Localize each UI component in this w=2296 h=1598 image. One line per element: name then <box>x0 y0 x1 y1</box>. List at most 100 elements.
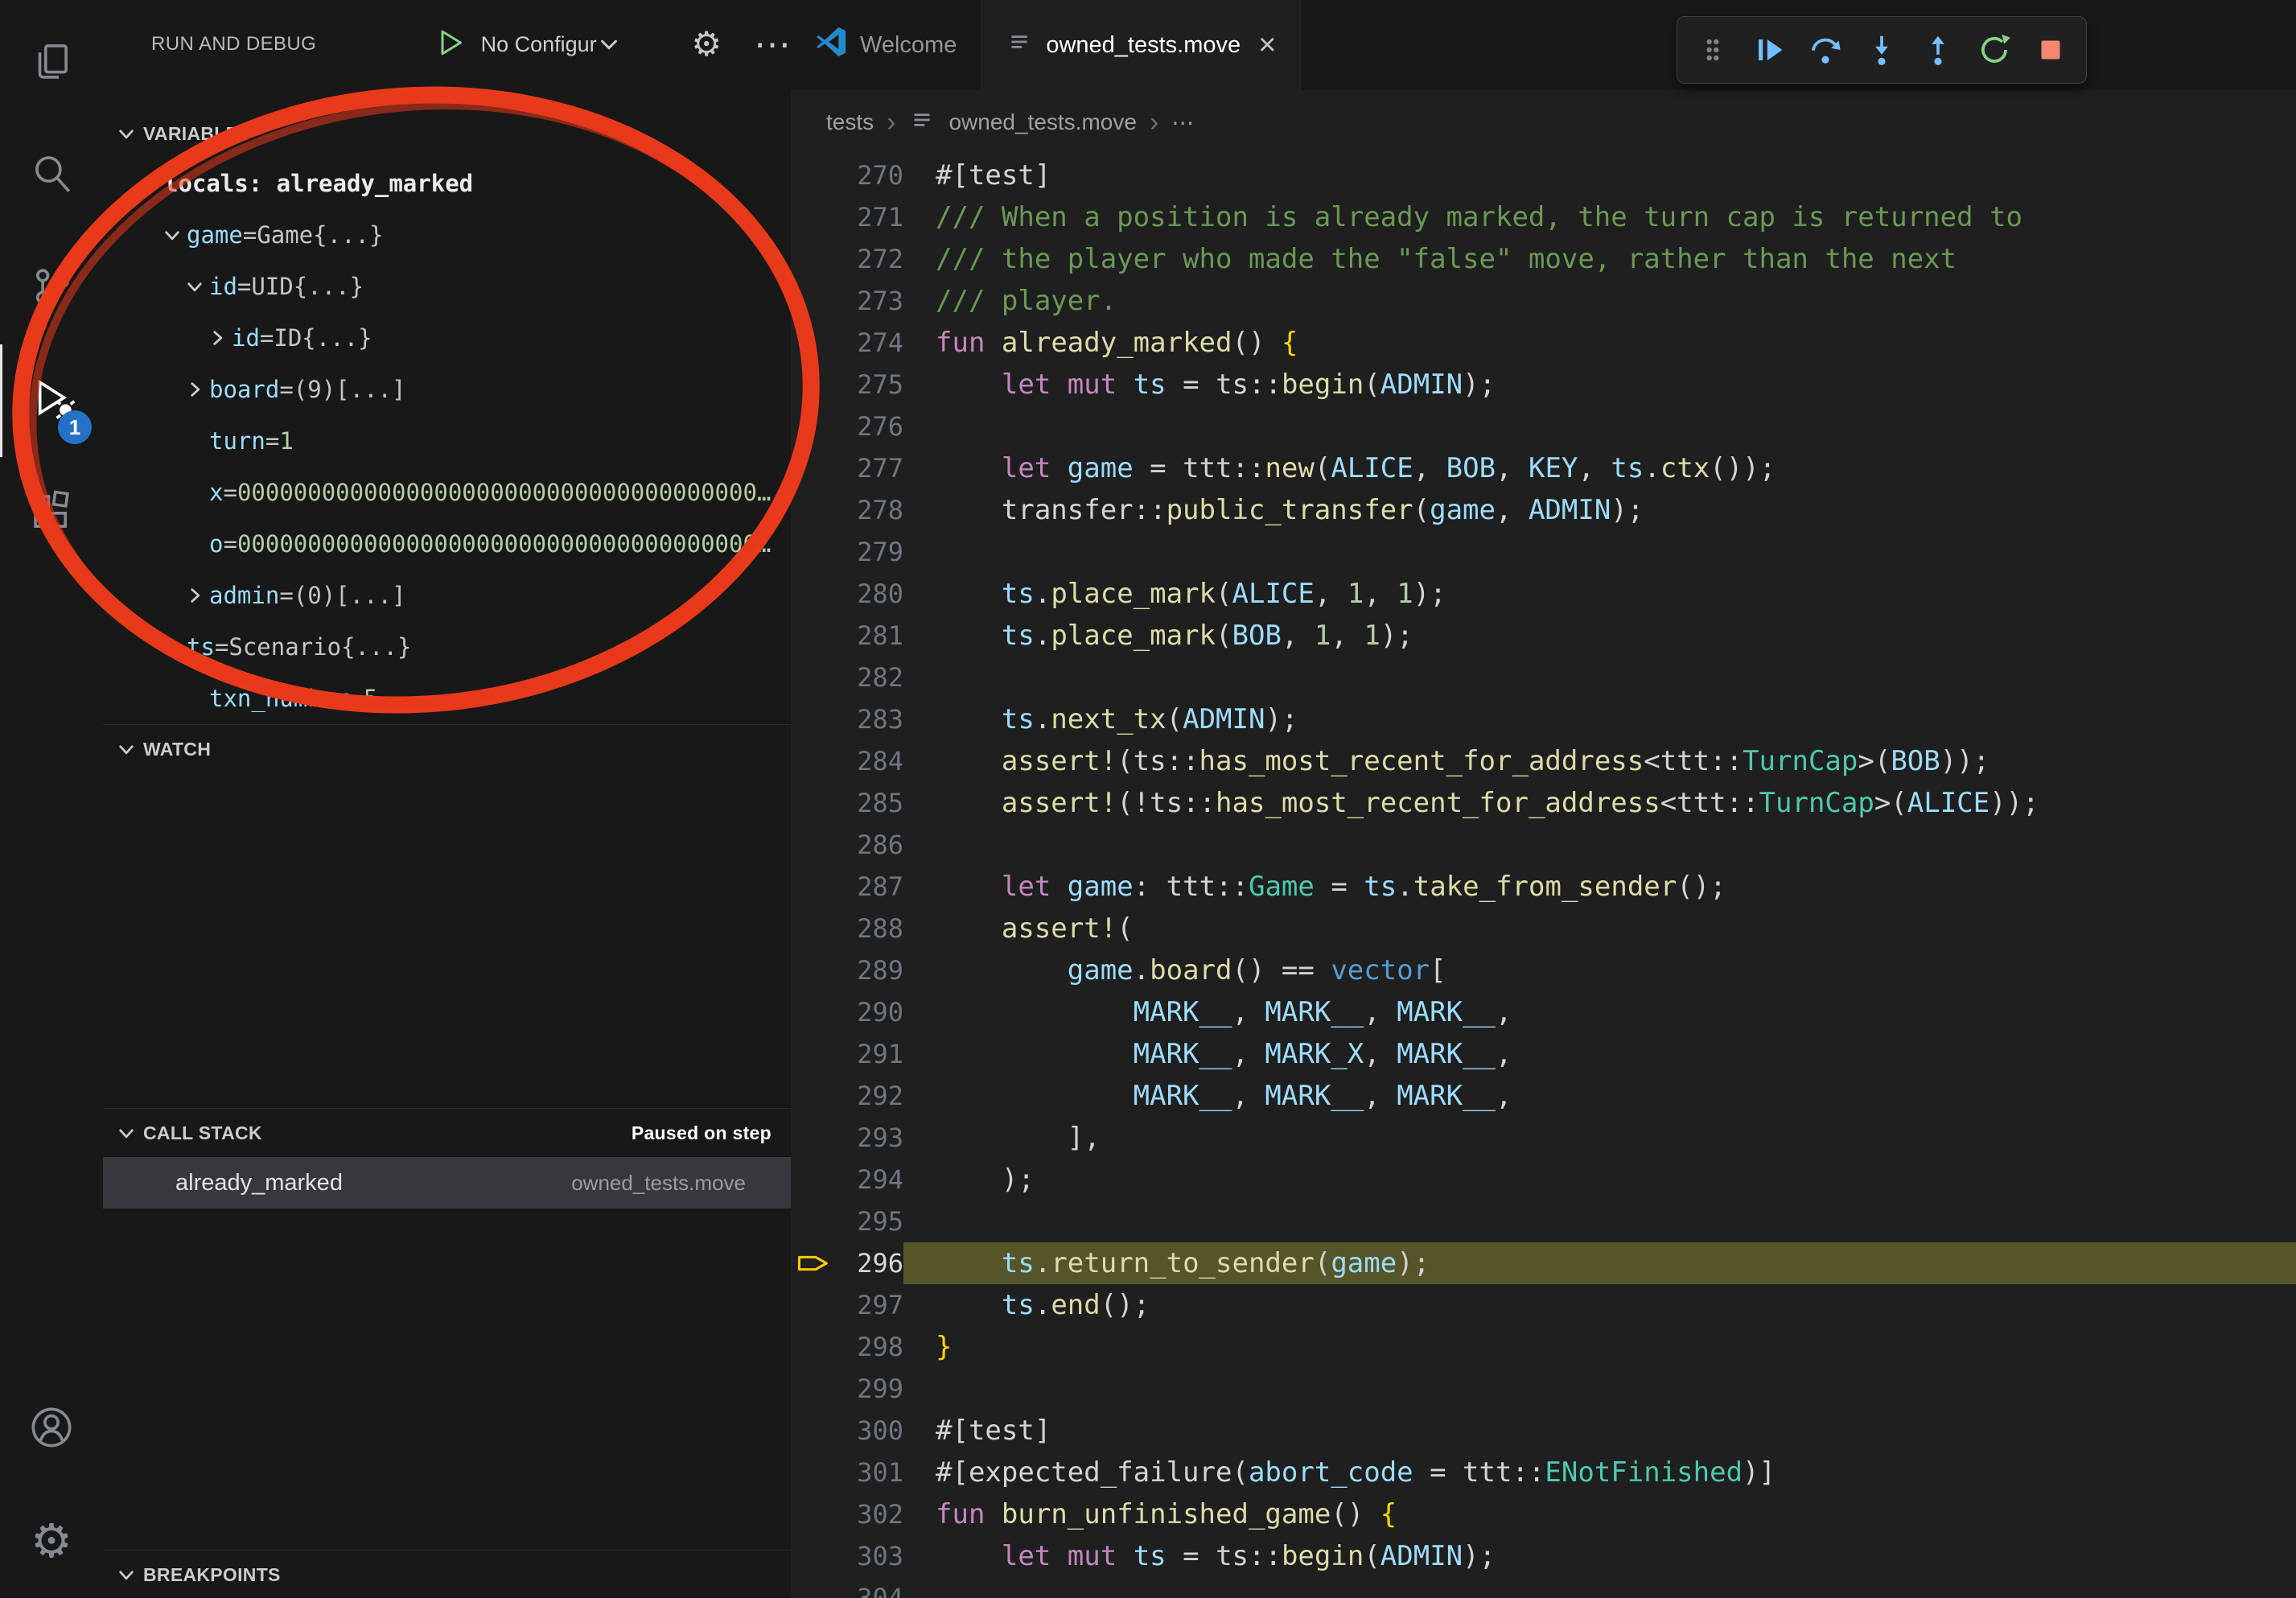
code-line[interactable]: 302fun burn_unfinished_game() { <box>791 1493 2296 1535</box>
toolbar-drag-handle[interactable] <box>1687 24 1738 76</box>
variable-row[interactable]: game = Game{...} <box>103 209 791 261</box>
code-line[interactable]: 281 ts.place_mark(BOB, 1, 1); <box>791 615 2296 657</box>
code-line[interactable]: 301#[expected_failure(abort_code = ttt::… <box>791 1452 2296 1493</box>
watch-section-header[interactable]: WATCH <box>103 725 791 773</box>
extensions-button[interactable] <box>0 457 103 570</box>
call-stack-section-label: CALL STACK <box>143 1122 262 1144</box>
code-line[interactable]: 282 <box>791 657 2296 698</box>
chevron-down-icon[interactable] <box>158 224 187 245</box>
step-out-button[interactable] <box>1912 24 1964 76</box>
chevron-down-icon[interactable] <box>135 173 164 194</box>
vscode-window: 1 ⚙ RUN AND DEBUG No Configu <box>0 0 2296 1598</box>
breadcrumb-item-file[interactable]: owned_tests.move <box>948 109 1136 135</box>
code-line[interactable]: 274fun already_marked() { <box>791 322 2296 364</box>
code-line[interactable]: 284 assert!(ts::has_most_recent_for_addr… <box>791 740 2296 782</box>
step-out-icon <box>1920 31 1957 68</box>
code-text: fun burn_unfinished_game() { <box>903 1493 2296 1535</box>
code-line[interactable]: 297 ts.end(); <box>791 1284 2296 1326</box>
code-line[interactable]: 295 <box>791 1201 2296 1242</box>
code-line[interactable]: 296 ts.return_to_sender(game); <box>791 1242 2296 1284</box>
code-line[interactable]: 290 MARK__, MARK__, MARK__, <box>791 991 2296 1033</box>
code-line[interactable]: 285 assert!(!ts::has_most_recent_for_add… <box>791 782 2296 824</box>
variable-value: (9)[...] <box>294 376 406 403</box>
line-number: 274 <box>836 322 903 364</box>
code-line[interactable]: 286 <box>791 824 2296 866</box>
run-and-debug-button[interactable]: 1 <box>0 344 103 457</box>
variable-row[interactable]: turn = 1 <box>103 415 791 467</box>
variable-row[interactable]: id = UID{...} <box>103 261 791 312</box>
step-into-button[interactable] <box>1856 24 1907 76</box>
breakpoint-gutter <box>791 1201 836 1242</box>
code-line[interactable]: 291 MARK__, MARK_X, MARK__, <box>791 1033 2296 1075</box>
explorer-button[interactable] <box>0 6 103 119</box>
variables-scope-row[interactable]: locals: already_marked <box>103 158 791 209</box>
breakpoint-gutter <box>791 1284 836 1326</box>
stop-button[interactable] <box>2025 24 2076 76</box>
code-area[interactable]: 270#[test]271/// When a position is alre… <box>791 154 2296 1598</box>
code-line[interactable]: 272/// the player who made the "false" m… <box>791 238 2296 280</box>
source-control-button[interactable] <box>0 232 103 344</box>
code-text <box>903 1368 2296 1410</box>
chevron-down-icon[interactable] <box>180 276 209 297</box>
call-stack-frame[interactable]: already_marked owned_tests.move <box>103 1157 791 1209</box>
code-line[interactable]: 273/// player. <box>791 280 2296 322</box>
start-debugging-button[interactable] <box>434 27 467 63</box>
breakpoints-section-header[interactable]: BREAKPOINTS <box>103 1551 791 1598</box>
more-actions-icon[interactable]: ⋯ <box>754 26 791 63</box>
restart-button[interactable] <box>1969 24 2020 76</box>
code-line[interactable]: 287 let game: ttt::Game = ts.take_from_s… <box>791 866 2296 908</box>
code-line[interactable]: 292 MARK__, MARK__, MARK__, <box>791 1075 2296 1117</box>
tab-owned-tests-move[interactable]: owned_tests.move × <box>981 0 1301 90</box>
code-line[interactable]: 276 <box>791 406 2296 447</box>
variables-section-header[interactable]: VARIABLES <box>103 89 791 158</box>
tab-welcome[interactable]: Welcome <box>791 0 981 90</box>
variable-row[interactable]: txn_number = 5 <box>103 673 791 724</box>
variable-name: id <box>209 273 237 300</box>
account-button[interactable] <box>0 1373 103 1485</box>
continue-button[interactable] <box>1743 24 1795 76</box>
code-line[interactable]: 304 <box>791 1577 2296 1598</box>
variable-row[interactable]: id = ID{...} <box>103 312 791 364</box>
code-text: let mut ts = ts::begin(ADMIN); <box>903 1535 2296 1577</box>
variable-row[interactable]: x = 000000000000000000000000000000000000… <box>103 467 791 518</box>
call-stack-section-header[interactable]: CALL STACK Paused on step <box>103 1109 791 1157</box>
code-line[interactable]: 298} <box>791 1326 2296 1368</box>
line-number: 303 <box>836 1535 903 1577</box>
variable-row[interactable]: board = (9)[...] <box>103 364 791 415</box>
search-button[interactable] <box>0 119 103 232</box>
step-over-button[interactable] <box>1800 24 1851 76</box>
code-line[interactable]: 299 <box>791 1368 2296 1410</box>
variable-row[interactable]: admin = (0)[...] <box>103 570 791 621</box>
code-line[interactable]: 303 let mut ts = ts::begin(ADMIN); <box>791 1535 2296 1577</box>
chevron-right-icon[interactable] <box>180 379 209 400</box>
code-line[interactable]: 293 ], <box>791 1117 2296 1159</box>
code-text: assert!(!ts::has_most_recent_for_address… <box>903 782 2296 824</box>
variable-row[interactable]: o = 000000000000000000000000000000000000… <box>103 518 791 570</box>
gear-icon[interactable]: ⚙ <box>691 27 722 61</box>
breadcrumb-item-symbol[interactable]: ⋯ <box>1171 109 1194 136</box>
code-line[interactable]: 288 assert!( <box>791 908 2296 949</box>
chevron-right-icon[interactable] <box>203 327 232 348</box>
code-line[interactable]: 294 ); <box>791 1159 2296 1201</box>
file-icon <box>908 106 936 139</box>
code-line[interactable]: 300#[test] <box>791 1410 2296 1452</box>
settings-button[interactable]: ⚙ <box>0 1485 103 1598</box>
debug-config-dropdown[interactable]: No Configur <box>481 32 658 57</box>
code-line[interactable]: 270#[test] <box>791 154 2296 196</box>
code-line[interactable]: 280 ts.place_mark(ALICE, 1, 1); <box>791 573 2296 615</box>
close-icon[interactable]: × <box>1258 28 1276 63</box>
code-line[interactable]: 283 ts.next_tx(ADMIN); <box>791 698 2296 740</box>
code-line[interactable]: 278 transfer::public_transfer(game, ADMI… <box>791 489 2296 531</box>
breakpoint-gutter <box>791 824 836 866</box>
chevron-down-icon[interactable] <box>158 636 187 657</box>
variable-row[interactable]: ts = Scenario{...} <box>103 621 791 673</box>
breadcrumb-item-tests[interactable]: tests <box>826 109 874 135</box>
code-line[interactable]: 275 let mut ts = ts::begin(ADMIN); <box>791 364 2296 406</box>
code-text: ts.next_tx(ADMIN); <box>903 698 2296 740</box>
line-number: 290 <box>836 991 903 1033</box>
code-line[interactable]: 279 <box>791 531 2296 573</box>
code-line[interactable]: 289 game.board() == vector[ <box>791 949 2296 991</box>
code-line[interactable]: 277 let game = ttt::new(ALICE, BOB, KEY,… <box>791 447 2296 489</box>
code-line[interactable]: 271/// When a position is already marked… <box>791 196 2296 238</box>
chevron-right-icon[interactable] <box>180 585 209 606</box>
